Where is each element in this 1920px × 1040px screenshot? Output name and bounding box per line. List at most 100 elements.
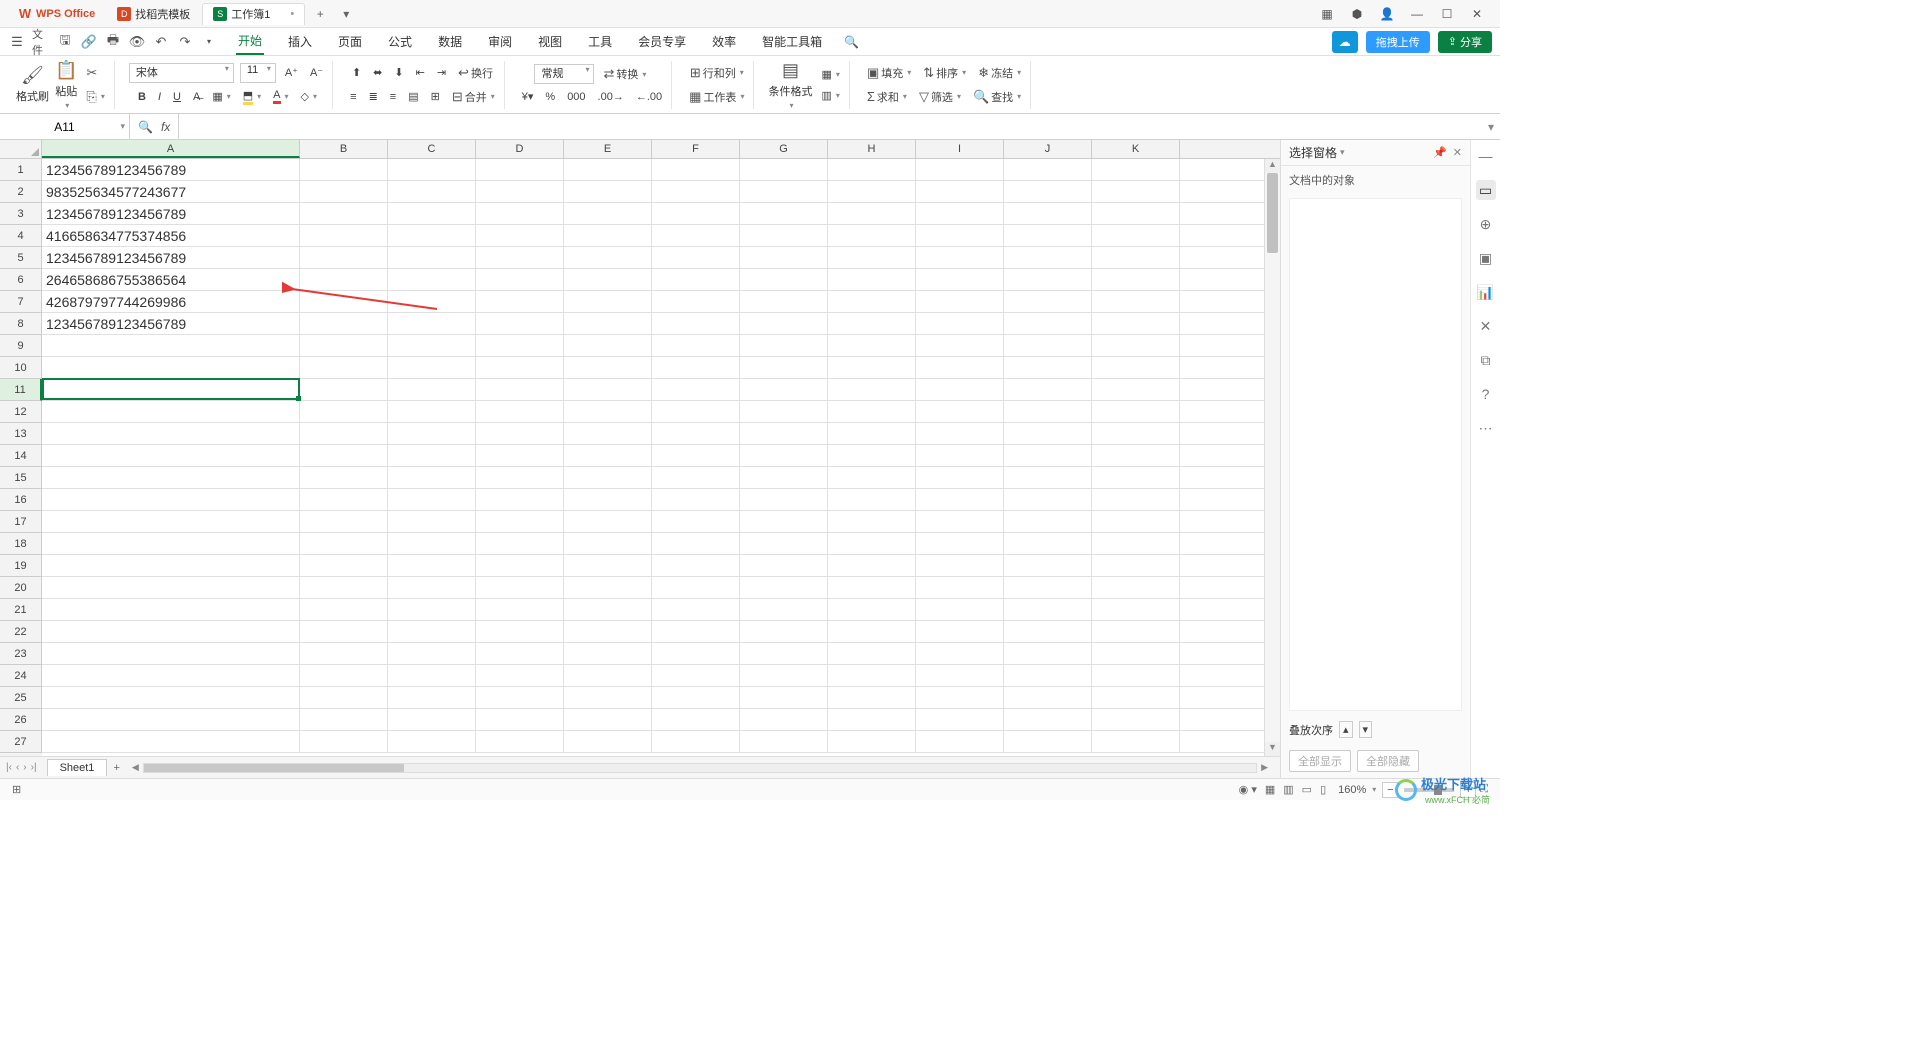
freeze-button[interactable]: ❄冻结	[975, 63, 1024, 83]
filter-button[interactable]: ▽筛选	[916, 87, 964, 107]
cell-F11[interactable]	[652, 379, 740, 400]
doc-tab[interactable]: S 工作簿1 •	[202, 3, 305, 25]
col-head-C[interactable]: C	[388, 140, 476, 158]
cell-E20[interactable]	[564, 577, 652, 598]
row-head-5[interactable]: 5	[0, 247, 42, 269]
cell-H12[interactable]	[828, 401, 916, 422]
cell-A18[interactable]	[42, 533, 300, 554]
transform-button[interactable]: ⇄转换	[600, 64, 649, 84]
cell-A9[interactable]	[42, 335, 300, 356]
clear-format-button[interactable]: ◇	[298, 88, 320, 105]
cell-C4[interactable]	[388, 225, 476, 246]
cell-H21[interactable]	[828, 599, 916, 620]
cell-E2[interactable]	[564, 181, 652, 202]
sheet-last-icon[interactable]: ›|	[31, 762, 37, 773]
cell-J20[interactable]	[1004, 577, 1092, 598]
grid-toggle-icon[interactable]: ▦	[1265, 783, 1275, 796]
sheet-next-icon[interactable]: ›	[23, 762, 26, 773]
cell-E24[interactable]	[564, 665, 652, 686]
cell-G19[interactable]	[740, 555, 828, 576]
cell-A1[interactable]: 123456789123456789	[42, 159, 300, 180]
cell-G15[interactable]	[740, 467, 828, 488]
row-head-17[interactable]: 17	[0, 511, 42, 533]
cell-B17[interactable]	[300, 511, 388, 532]
cell-H14[interactable]	[828, 445, 916, 466]
template-tab[interactable]: D 找稻壳模板	[107, 3, 200, 25]
cell-I20[interactable]	[916, 577, 1004, 598]
cell-D12[interactable]	[476, 401, 564, 422]
file-menu[interactable]: 文件	[32, 33, 50, 51]
cell-B27[interactable]	[300, 731, 388, 752]
cell-A26[interactable]	[42, 709, 300, 730]
cell-A17[interactable]	[42, 511, 300, 532]
menu-数据[interactable]: 数据	[436, 29, 464, 54]
send-backward-button[interactable]: ▾	[1359, 721, 1373, 738]
paste-button[interactable]: 📋粘贴	[55, 60, 77, 110]
cell-D25[interactable]	[476, 687, 564, 708]
cell-H10[interactable]	[828, 357, 916, 378]
justify-button[interactable]: ▤	[405, 88, 421, 105]
cell-G3[interactable]	[740, 203, 828, 224]
row-head-25[interactable]: 25	[0, 687, 42, 709]
cell-G11[interactable]	[740, 379, 828, 400]
vertical-scrollbar[interactable]: ▲ ▼	[1264, 159, 1280, 756]
cell-F8[interactable]	[652, 313, 740, 334]
cell-G22[interactable]	[740, 621, 828, 642]
cell-I19[interactable]	[916, 555, 1004, 576]
cell-D2[interactable]	[476, 181, 564, 202]
cell-K4[interactable]	[1092, 225, 1180, 246]
cell-E17[interactable]	[564, 511, 652, 532]
menu-插入[interactable]: 插入	[286, 29, 314, 54]
row-head-26[interactable]: 26	[0, 709, 42, 731]
cell-A16[interactable]	[42, 489, 300, 510]
cell-G5[interactable]	[740, 247, 828, 268]
comma-button[interactable]: 000	[564, 89, 588, 105]
cell-G13[interactable]	[740, 423, 828, 444]
cell-B6[interactable]	[300, 269, 388, 290]
cell-K21[interactable]	[1092, 599, 1180, 620]
cell-K18[interactable]	[1092, 533, 1180, 554]
cell-F5[interactable]	[652, 247, 740, 268]
cell-A25[interactable]	[42, 687, 300, 708]
rowcol-button[interactable]: ⊞行和列	[687, 63, 747, 83]
col-head-E[interactable]: E	[564, 140, 652, 158]
cell-H1[interactable]	[828, 159, 916, 180]
cell-K25[interactable]	[1092, 687, 1180, 708]
cell-I14[interactable]	[916, 445, 1004, 466]
more-icon[interactable]: ⋯	[1476, 418, 1496, 438]
cell-J7[interactable]	[1004, 291, 1092, 312]
col-head-D[interactable]: D	[476, 140, 564, 158]
cell-C13[interactable]	[388, 423, 476, 444]
cell-E21[interactable]	[564, 599, 652, 620]
cell-K2[interactable]	[1092, 181, 1180, 202]
cell-D24[interactable]	[476, 665, 564, 686]
cell-E1[interactable]	[564, 159, 652, 180]
cell-A3[interactable]: 123456789123456789	[42, 203, 300, 224]
cell-H7[interactable]	[828, 291, 916, 312]
cell-I4[interactable]	[916, 225, 1004, 246]
indent-inc-button[interactable]: ⇥	[434, 64, 449, 81]
cell-B3[interactable]	[300, 203, 388, 224]
cell-J21[interactable]	[1004, 599, 1092, 620]
find-button[interactable]: 🔍查找	[970, 87, 1024, 107]
row-head-7[interactable]: 7	[0, 291, 42, 313]
font-size-select[interactable]: 11▾	[240, 63, 276, 83]
cell-B11[interactable]	[300, 379, 388, 400]
cell-D23[interactable]	[476, 643, 564, 664]
cell-H3[interactable]	[828, 203, 916, 224]
cell-C5[interactable]	[388, 247, 476, 268]
cell-I1[interactable]	[916, 159, 1004, 180]
cell-E23[interactable]	[564, 643, 652, 664]
cell-H5[interactable]	[828, 247, 916, 268]
cell-B5[interactable]	[300, 247, 388, 268]
cell-E25[interactable]	[564, 687, 652, 708]
cell-J8[interactable]	[1004, 313, 1092, 334]
undo-icon[interactable]: ↶	[152, 33, 170, 51]
distribute-button[interactable]: ⊞	[428, 88, 443, 105]
cell-K7[interactable]	[1092, 291, 1180, 312]
scroll-up-icon[interactable]: ▲	[1265, 159, 1280, 173]
wrap-button[interactable]: ↩换行	[455, 63, 496, 83]
fill-button[interactable]: ▣填充	[864, 63, 914, 83]
underline-button[interactable]: U	[170, 89, 184, 105]
fx-expand-icon[interactable]: ▾	[1482, 120, 1500, 134]
